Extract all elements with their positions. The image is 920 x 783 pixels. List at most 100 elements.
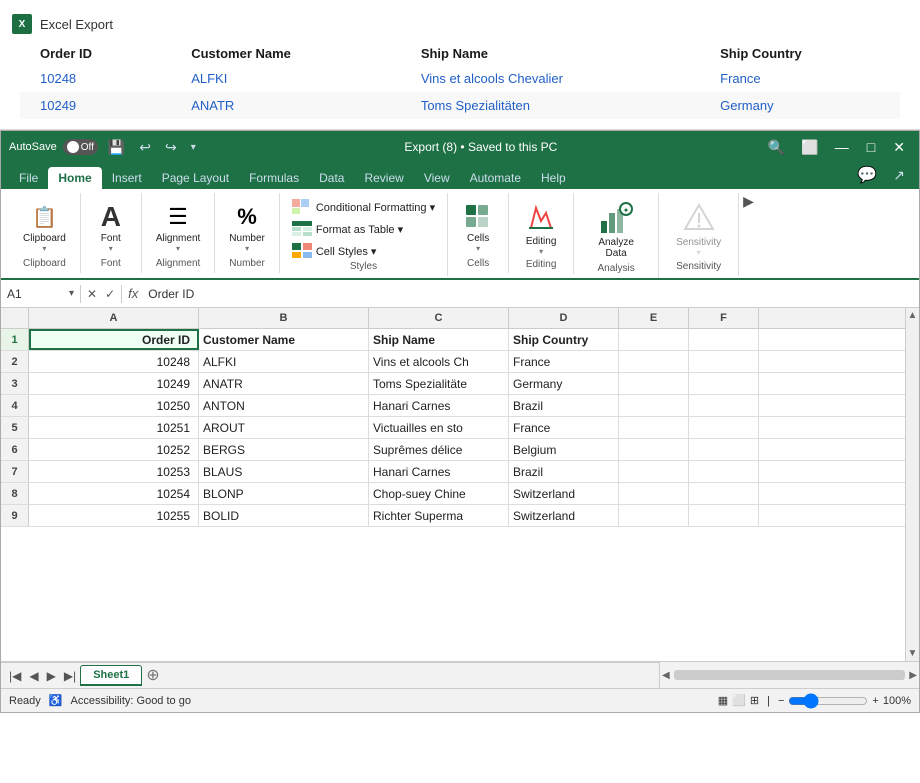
tab-view[interactable]: View <box>414 167 460 189</box>
cell-c9[interactable]: Richter Superma <box>369 505 509 526</box>
page-layout-view-icon[interactable]: ⬜ <box>732 694 746 707</box>
alignment-button[interactable]: ☰ Alignment ▾ <box>150 197 206 257</box>
comments-icon[interactable]: 💬 <box>851 163 883 187</box>
cell-a9[interactable]: 10255 <box>29 505 199 526</box>
formula-confirm-button[interactable]: ✓ <box>103 285 117 303</box>
cell-f5[interactable] <box>689 417 759 438</box>
cell-f6[interactable] <box>689 439 759 460</box>
tab-insert[interactable]: Insert <box>102 167 152 189</box>
cell-f7[interactable] <box>689 461 759 482</box>
cell-c1[interactable]: Ship Name <box>369 329 509 350</box>
cell-c7[interactable]: Hanari Carnes <box>369 461 509 482</box>
scroll-right-button[interactable]: ▶ <box>907 668 919 683</box>
page-break-view-icon[interactable]: ⊞ <box>750 694 759 707</box>
cell-e9[interactable] <box>619 505 689 526</box>
tab-formulas[interactable]: Formulas <box>239 167 309 189</box>
cell-d6[interactable]: Belgium <box>509 439 619 460</box>
cell-d3[interactable]: Germany <box>509 373 619 394</box>
tab-automate[interactable]: Automate <box>460 167 531 189</box>
cells-button[interactable]: Cells ▾ <box>456 197 500 257</box>
cell-e6[interactable] <box>619 439 689 460</box>
search-icon[interactable]: 🔍 <box>762 137 791 158</box>
sheet-nav-next[interactable]: ▶ <box>43 667 60 685</box>
cell-c6[interactable]: Suprêmes délice <box>369 439 509 460</box>
table-row[interactable]: 5 10251 AROUT Victuailles en sto France <box>1 417 905 439</box>
cell-a1[interactable]: Order ID <box>29 329 199 350</box>
tab-data[interactable]: Data <box>309 167 354 189</box>
zoom-out-button[interactable]: − <box>778 695 784 707</box>
cell-a3[interactable]: 10249 <box>29 373 199 394</box>
cell-c5[interactable]: Victuailles en sto <box>369 417 509 438</box>
number-button[interactable]: % Number ▾ <box>223 197 271 257</box>
cell-b2[interactable]: ALFKI <box>199 351 369 372</box>
cell-b6[interactable]: BERGS <box>199 439 369 460</box>
clipboard-button[interactable]: 📋 Clipboard ▾ <box>17 197 72 257</box>
cell-d4[interactable]: Brazil <box>509 395 619 416</box>
cell-e7[interactable] <box>619 461 689 482</box>
cell-f3[interactable] <box>689 373 759 394</box>
analyze-data-button[interactable]: ✦ Analyze Data <box>582 197 650 263</box>
cell-e2[interactable] <box>619 351 689 372</box>
add-sheet-button[interactable]: ⊕ <box>142 668 163 684</box>
table-row[interactable]: 2 10248 ALFKI Vins et alcools Ch France <box>1 351 905 373</box>
cell-f1[interactable] <box>689 329 759 350</box>
scroll-up-button[interactable]: ▲ <box>906 308 919 323</box>
cell-a8[interactable]: 10254 <box>29 483 199 504</box>
cell-d1[interactable]: Ship Country <box>509 329 619 350</box>
maximize-button[interactable]: □ <box>861 137 881 158</box>
cell-f2[interactable] <box>689 351 759 372</box>
sheet-tab-1[interactable]: Sheet1 <box>80 665 142 686</box>
cell-b3[interactable]: ANATR <box>199 373 369 394</box>
table-row[interactable]: 4 10250 ANTON Hanari Carnes Brazil <box>1 395 905 417</box>
cell-e5[interactable] <box>619 417 689 438</box>
tab-file[interactable]: File <box>9 167 48 189</box>
cell-d9[interactable]: Switzerland <box>509 505 619 526</box>
scroll-left-button[interactable]: ◀ <box>660 668 672 683</box>
save-icon[interactable]: 💾 <box>104 137 129 158</box>
normal-view-icon[interactable]: ▦ <box>718 694 728 707</box>
cell-c4[interactable]: Hanari Carnes <box>369 395 509 416</box>
table-row[interactable]: 1 Order ID Customer Name Ship Name Ship … <box>1 329 905 351</box>
name-box-dropdown-icon[interactable]: ▾ <box>69 288 74 299</box>
cell-styles-button[interactable]: Cell Styles ▾ <box>288 241 439 261</box>
cell-a2[interactable]: 10248 <box>29 351 199 372</box>
cell-d5[interactable]: France <box>509 417 619 438</box>
cell-f8[interactable] <box>689 483 759 504</box>
table-row[interactable]: 8 10254 BLONP Chop-suey Chine Switzerlan… <box>1 483 905 505</box>
cell-d8[interactable]: Switzerland <box>509 483 619 504</box>
vertical-scrollbar[interactable]: ▲ ▼ <box>905 308 919 661</box>
sheet-nav-prev[interactable]: ◀ <box>25 667 42 685</box>
cell-b9[interactable]: BOLID <box>199 505 369 526</box>
cell-d7[interactable]: Brazil <box>509 461 619 482</box>
tab-home[interactable]: Home <box>48 167 101 189</box>
name-box[interactable]: A1 ▾ <box>1 285 81 303</box>
cell-b5[interactable]: AROUT <box>199 417 369 438</box>
cell-d2[interactable]: France <box>509 351 619 372</box>
conditional-formatting-button[interactable]: Conditional Formatting ▾ <box>288 197 439 217</box>
cell-c2[interactable]: Vins et alcools Ch <box>369 351 509 372</box>
cell-e8[interactable] <box>619 483 689 504</box>
cell-e1[interactable] <box>619 329 689 350</box>
cell-e3[interactable] <box>619 373 689 394</box>
ribbon-scroll-right-button[interactable]: ▶ <box>739 193 758 210</box>
cell-c3[interactable]: Toms Spezialitäte <box>369 373 509 394</box>
sheet-nav-last[interactable]: ▶| <box>60 667 80 685</box>
cell-a6[interactable]: 10252 <box>29 439 199 460</box>
editing-button[interactable]: Editing ▾ <box>517 197 565 259</box>
table-row[interactable]: 6 10252 BERGS Suprêmes délice Belgium <box>1 439 905 461</box>
autosave-toggle[interactable]: Off <box>63 139 98 155</box>
share-icon[interactable]: ↗ <box>887 165 911 186</box>
zoom-in-button[interactable]: + <box>872 695 878 707</box>
sheet-nav-first[interactable]: |◀ <box>5 667 25 685</box>
formula-input[interactable] <box>144 285 919 303</box>
tab-page-layout[interactable]: Page Layout <box>152 167 239 189</box>
tab-review[interactable]: Review <box>354 167 413 189</box>
scroll-down-button[interactable]: ▼ <box>906 646 919 661</box>
more-commands-icon[interactable]: ▾ <box>187 140 200 155</box>
cell-f9[interactable] <box>689 505 759 526</box>
cell-b8[interactable]: BLONP <box>199 483 369 504</box>
minimize-button[interactable]: — <box>829 137 855 158</box>
sensitivity-button[interactable]: Sensitivity ▾ <box>667 197 730 261</box>
redo-icon[interactable]: ↪ <box>161 137 181 158</box>
cell-b1[interactable]: Customer Name <box>199 329 369 350</box>
